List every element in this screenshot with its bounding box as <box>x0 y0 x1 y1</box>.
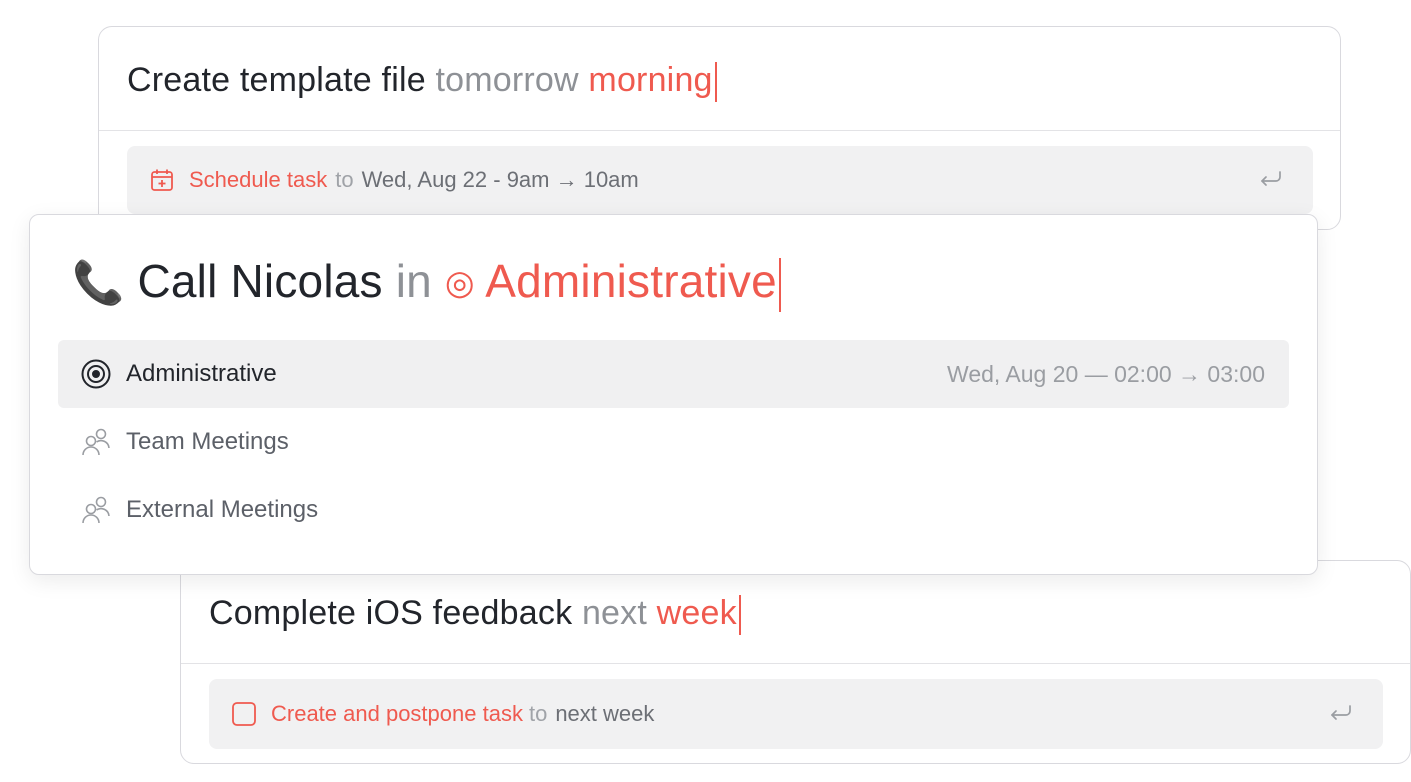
suggestion-action: Schedule task <box>189 167 328 192</box>
divider <box>181 663 1410 664</box>
option-administrative[interactable]: Administrative Wed, Aug 20 — 02:00 → 03:… <box>58 340 1289 408</box>
postpone-command-card: Complete iOS feedback next week Create a… <box>180 560 1411 764</box>
enter-return-icon <box>1259 169 1283 197</box>
command-input[interactable]: Create template file tomorrow morning <box>127 59 717 103</box>
command-keyword: in <box>395 255 432 307</box>
command-highlight: week <box>656 594 737 632</box>
option-external-meetings[interactable]: External Meetings <box>58 476 1289 544</box>
command-highlight: Administrative <box>485 255 777 307</box>
schedule-task-suggestion[interactable]: Schedule task to Wed, Aug 22 - 9am → 10a… <box>127 146 1313 214</box>
suggestion-connector: to <box>335 167 354 192</box>
phone-icon: 📞 <box>72 259 125 306</box>
suggestion-connector: to <box>528 701 548 726</box>
category-command-card: 📞 Call Nicolas in ◎ Administrative Admin… <box>29 214 1318 575</box>
people-icon <box>80 494 112 526</box>
enter-return-icon <box>1329 703 1353 731</box>
command-text: Call Nicolas <box>137 255 383 307</box>
option-label: Team Meetings <box>126 428 289 455</box>
command-highlight: morning <box>588 61 713 99</box>
text-caret <box>778 257 781 312</box>
command-text: Complete iOS feedback <box>209 594 573 632</box>
checkbox-icon <box>231 701 257 727</box>
option-label: External Meetings <box>126 496 319 523</box>
command-keyword: tomorrow <box>435 61 579 99</box>
command-input[interactable]: 📞 Call Nicolas in ◎ Administrative <box>72 253 781 312</box>
suggestion-target: next week <box>555 701 655 726</box>
postpone-task-suggestion[interactable]: Create and postpone task to next week <box>209 679 1383 749</box>
text-caret <box>714 62 717 103</box>
command-keyword: next <box>581 594 648 632</box>
suggestion-action: Create and postpone task <box>271 701 523 726</box>
schedule-command-card: Create template file tomorrow morning Sc… <box>98 26 1341 230</box>
command-text: Create template file <box>127 61 426 99</box>
suggestion-target: Wed, Aug 22 - 9am → 10am <box>361 167 639 192</box>
target-icon: ◎ <box>444 264 475 302</box>
target-icon <box>80 358 112 390</box>
option-team-meetings[interactable]: Team Meetings <box>58 408 1289 476</box>
option-time: Wed, Aug 20 — 02:00 → 03:00 <box>947 360 1265 387</box>
command-input[interactable]: Complete iOS feedback next week <box>209 592 741 636</box>
option-label: Administrative <box>126 360 277 387</box>
people-icon <box>80 426 112 458</box>
text-caret <box>738 595 741 636</box>
calendar-plus-icon <box>149 167 175 193</box>
divider <box>99 130 1340 131</box>
